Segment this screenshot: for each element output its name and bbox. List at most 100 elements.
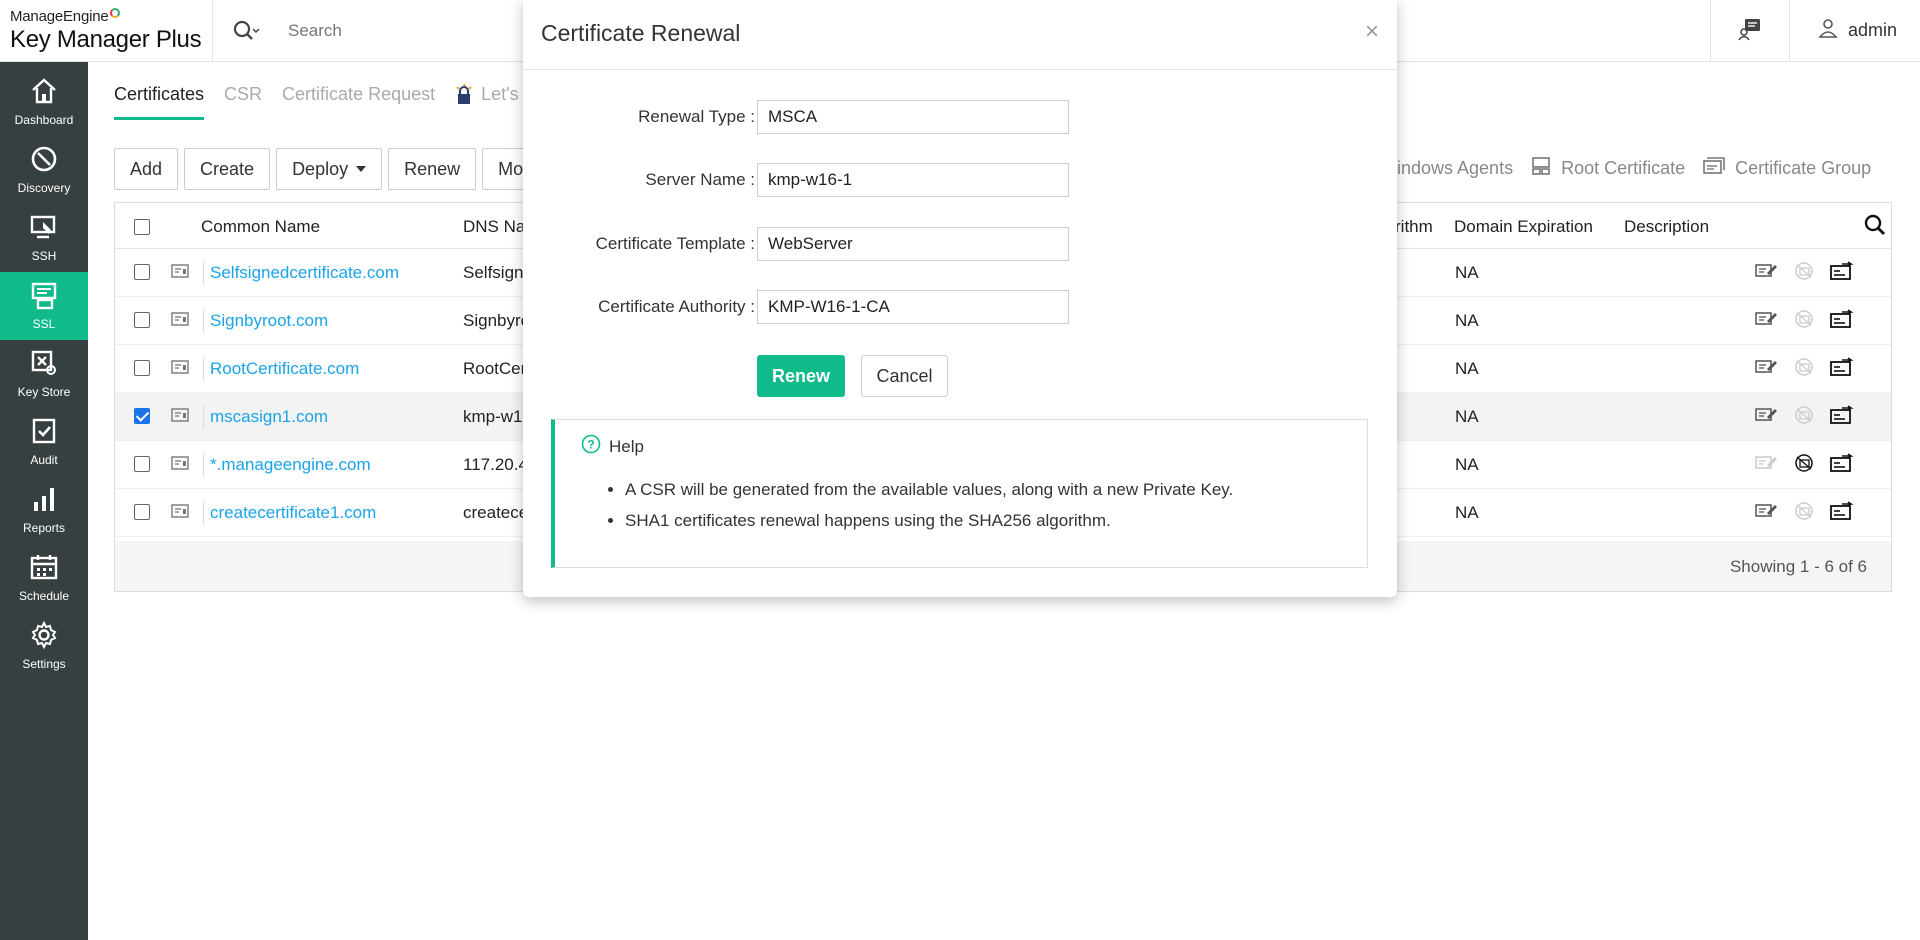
sidebar-item-label: Discovery — [17, 181, 71, 195]
server-name-field[interactable] — [757, 163, 1069, 197]
renew-certificate-icon[interactable] — [1830, 309, 1854, 334]
tab-certificate-request[interactable]: Certificate Request — [282, 84, 435, 120]
renew-certificate-icon[interactable] — [1830, 501, 1854, 526]
user-menu[interactable]: admin — [1818, 18, 1897, 43]
sidebar-item-reports[interactable]: Reports — [0, 476, 88, 544]
column-common-name[interactable]: Common Name — [201, 217, 320, 237]
certificate-authority-label: Certificate Authority : — [598, 297, 755, 316]
renew-toolbar-button[interactable]: Renew — [388, 148, 477, 190]
dns-name-cell: Selfsign — [463, 263, 524, 282]
renew-certificate-icon[interactable] — [1830, 453, 1854, 478]
deploy-certificate-icon[interactable] — [1793, 357, 1815, 382]
deploy-certificate-icon[interactable] — [1793, 453, 1815, 478]
certificate-renewal-dialog: Certificate Renewal × Renewal Type : Ser… — [523, 0, 1397, 597]
common-name-link[interactable]: createcertificate1.com — [210, 503, 376, 523]
deploy-certificate-icon[interactable] — [1793, 309, 1815, 334]
sidebar-item-discovery[interactable]: Discovery — [0, 136, 88, 204]
sidebar-item-label: Reports — [22, 521, 66, 535]
edit-certificate-icon[interactable] — [1755, 405, 1777, 430]
close-icon[interactable]: × — [1365, 18, 1379, 46]
tab-csr[interactable]: CSR — [224, 84, 262, 120]
column-dns-name[interactable]: DNS Na — [463, 217, 525, 237]
common-name-link[interactable]: Signbyroot.com — [210, 311, 328, 331]
common-name-link[interactable]: RootCertificate.com — [210, 359, 359, 379]
select-all-checkbox[interactable] — [134, 219, 150, 235]
certificate-template-row: Certificate Template : — [523, 227, 1397, 261]
certificate-icon — [171, 456, 189, 475]
windows-agents-link[interactable]: Windows Agents — [1380, 158, 1513, 179]
sidebar-item-schedule[interactable]: Schedule — [0, 544, 88, 612]
sidebar-item-dashboard[interactable]: Dashboard — [0, 68, 88, 136]
renew-certificate-icon[interactable] — [1830, 405, 1854, 430]
pagination-info: Showing 1 - 6 of 6 — [1729, 557, 1867, 576]
deploy-certificate-icon[interactable] — [1793, 405, 1815, 430]
renew-certificate-icon[interactable] — [1830, 261, 1854, 286]
chevron-down-icon — [356, 166, 367, 172]
deploy-certificate-icon[interactable] — [1793, 261, 1815, 286]
column-domain-expiration[interactable]: Domain Expiration — [1454, 217, 1593, 237]
renewal-type-field[interactable] — [757, 100, 1069, 134]
renew-button[interactable]: Renew — [757, 355, 845, 397]
key-store-icon — [29, 348, 59, 381]
edit-certificate-icon[interactable] — [1755, 309, 1777, 334]
column-algorithm[interactable]: rithm — [1395, 217, 1433, 237]
row-checkbox[interactable] — [134, 312, 150, 328]
sidebar-item-audit[interactable]: Audit — [0, 408, 88, 476]
brand-logo[interactable]: ManageEngine Key Manager Plus — [0, 0, 213, 62]
sidebar-item-label: Audit — [30, 453, 58, 467]
schedule-icon — [29, 552, 59, 585]
sidebar-item-label: SSH — [31, 249, 57, 263]
dns-name-cell: 117.20.4 — [463, 455, 528, 474]
server-name-row: Server Name : — [523, 163, 1397, 197]
server-name-label: Server Name : — [645, 170, 755, 189]
common-name-link[interactable]: *.manageengine.com — [210, 455, 371, 475]
create-button[interactable]: Create — [184, 148, 271, 190]
domain-expiration-cell: NA — [1455, 359, 1479, 378]
add-button[interactable]: Add — [114, 148, 179, 190]
feedback-button[interactable] — [1710, 0, 1790, 62]
cancel-button[interactable]: Cancel — [861, 355, 948, 397]
edit-certificate-icon[interactable] — [1755, 453, 1777, 478]
brand-swirl-icon — [109, 8, 120, 18]
common-name-link[interactable]: mscasign1.com — [210, 407, 328, 427]
edit-certificate-icon[interactable] — [1755, 261, 1777, 286]
certificate-group-link[interactable]: Certificate Group — [1703, 157, 1871, 180]
certificate-template-field[interactable] — [757, 227, 1069, 261]
deploy-button[interactable]: Deploy — [276, 148, 383, 190]
sidebar-item-settings[interactable]: Settings — [0, 612, 88, 680]
sidebar-item-key-store[interactable]: Key Store — [0, 340, 88, 408]
link-label: Certificate Group — [1735, 158, 1872, 178]
lets-encrypt-icon — [455, 83, 473, 120]
edit-certificate-icon[interactable] — [1755, 501, 1777, 526]
divider — [203, 453, 204, 477]
sidebar-item-ssh[interactable]: SSH — [0, 204, 88, 272]
dns-name-cell: Signbyro — [463, 311, 531, 330]
help-icon: ? — [581, 434, 601, 459]
sidebar-item-ssl[interactable]: SSL — [0, 272, 88, 340]
column-description[interactable]: Description — [1624, 217, 1709, 237]
row-checkbox[interactable] — [134, 456, 150, 472]
help-heading: ? Help — [581, 434, 644, 459]
edit-certificate-icon[interactable] — [1755, 357, 1777, 382]
common-name-link[interactable]: Selfsignedcertificate.com — [210, 263, 399, 283]
renewal-type-label: Renewal Type : — [638, 107, 755, 126]
feedback-icon — [1737, 17, 1763, 46]
certificate-icon — [171, 312, 189, 331]
table-search-icon[interactable] — [1864, 214, 1886, 241]
link-label: Windows Agents — [1380, 158, 1514, 178]
certificate-authority-field[interactable] — [757, 290, 1069, 324]
dns-name-cell: kmp-w1 — [463, 407, 523, 426]
search-icon[interactable] — [232, 19, 260, 48]
row-checkbox[interactable] — [134, 408, 150, 424]
search-input[interactable] — [288, 16, 488, 46]
row-checkbox[interactable] — [134, 360, 150, 376]
row-checkbox[interactable] — [134, 504, 150, 520]
brand-company: ManageEngine — [10, 8, 109, 25]
renew-certificate-icon[interactable] — [1830, 357, 1854, 382]
deploy-certificate-icon[interactable] — [1793, 501, 1815, 526]
sidebar-item-label: Settings — [22, 657, 66, 671]
root-certificate-link[interactable]: Root Certificate — [1531, 156, 1685, 181]
divider — [203, 405, 204, 429]
row-checkbox[interactable] — [134, 264, 150, 280]
tab-certificates[interactable]: Certificates — [114, 84, 205, 120]
